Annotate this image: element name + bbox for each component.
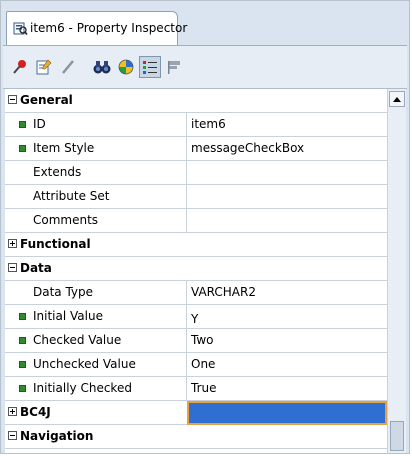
property-value: Two (191, 333, 214, 347)
category-label: BC4J (20, 405, 51, 419)
property-bullet-icon (19, 313, 26, 320)
property-value: One (191, 357, 216, 371)
property-row-initially-checked[interactable]: Initially Checked True (5, 377, 387, 401)
category-functional[interactable]: Functional (5, 233, 387, 257)
edit-properties-icon[interactable] (33, 56, 55, 78)
vertical-scrollbar[interactable] (387, 89, 406, 453)
property-value: Y (191, 312, 199, 326)
tab-bar: item6 - Property Inspector (3, 3, 407, 46)
find-binoculars-icon[interactable] (91, 56, 113, 78)
tab-property-inspector[interactable]: item6 - Property Inspector (6, 11, 187, 45)
property-row-id[interactable]: ID item6 (5, 113, 387, 137)
property-inspector-icon (13, 22, 28, 35)
property-name: Checked Value (33, 333, 122, 347)
category-navigation[interactable]: Navigation (5, 425, 387, 449)
property-value: True (191, 381, 217, 395)
property-row-item-style[interactable]: Item Style messageCheckBox (5, 137, 387, 161)
property-name: Initially Checked (33, 381, 132, 395)
property-name: Unchecked Value (33, 357, 136, 371)
property-row-attribute-set[interactable]: Attribute Set (5, 185, 387, 209)
expand-icon[interactable] (8, 407, 17, 416)
property-grid: General ID item6 Item Style messageCheck… (5, 89, 387, 453)
tab-title: item6 - Property Inspector (30, 21, 188, 35)
property-name: Attribute Set (33, 189, 110, 203)
flag-icon[interactable] (163, 56, 185, 78)
property-bullet-icon (19, 121, 26, 128)
property-value: messageCheckBox (191, 141, 305, 155)
property-row-initial-value[interactable]: Initial Value Y (5, 305, 387, 329)
property-value: VARCHAR2 (191, 285, 256, 299)
property-name: Comments (33, 213, 99, 227)
pin-icon[interactable] (9, 56, 31, 78)
property-name: Data Type (33, 285, 94, 299)
property-bullet-icon (19, 361, 26, 368)
property-row-unchecked-value[interactable]: Unchecked Value One (5, 353, 387, 377)
selected-value-cell[interactable] (187, 401, 387, 425)
property-name: ID (33, 117, 46, 131)
category-bc4j[interactable]: BC4J (5, 401, 387, 425)
property-row-extends[interactable]: Extends (5, 161, 387, 185)
scroll-up-button[interactable] (389, 91, 405, 107)
toolbar (3, 46, 407, 89)
property-name: Item Style (33, 141, 95, 155)
category-data[interactable]: Data (5, 257, 387, 281)
property-name: Extends (33, 165, 82, 179)
property-bullet-icon (19, 145, 26, 152)
property-row-checked-value[interactable]: Checked Value Two (5, 329, 387, 353)
property-row-data-type[interactable]: Data Type VARCHAR2 (5, 281, 387, 305)
scrollbar-thumb[interactable] (390, 421, 404, 451)
collapse-icon[interactable] (8, 263, 17, 272)
category-label: Data (20, 261, 52, 275)
category-general[interactable]: General (5, 89, 387, 113)
category-label: General (20, 93, 73, 107)
property-bullet-icon (19, 337, 26, 344)
color-sphere-icon[interactable] (115, 56, 137, 78)
category-label: Functional (20, 237, 91, 251)
collapse-icon[interactable] (8, 95, 17, 104)
category-label: Navigation (20, 429, 94, 443)
property-bullet-icon (19, 385, 26, 392)
collapse-icon[interactable] (8, 431, 17, 440)
property-name: Initial Value (33, 309, 103, 323)
property-row-comments[interactable]: Comments (5, 209, 387, 233)
expand-icon[interactable] (8, 239, 17, 248)
categorized-view-icon[interactable] (139, 56, 161, 78)
pencil-icon[interactable] (57, 56, 79, 78)
property-inspector-window: item6 - Property Inspector General ID it… (0, 0, 410, 454)
property-value: item6 (191, 117, 226, 131)
arrow-up-icon (393, 97, 401, 102)
